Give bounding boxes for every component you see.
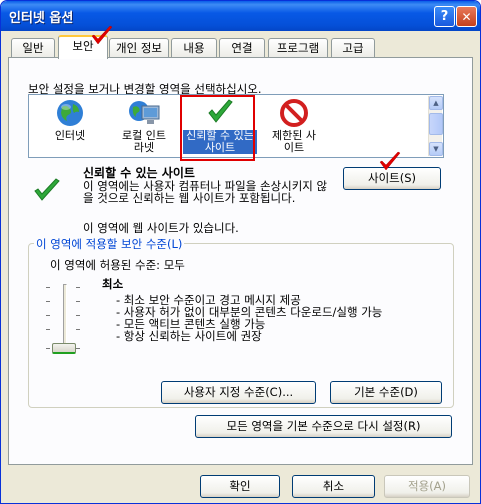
security-level-description: - 최소 보안 수준이고 경고 메시지 제공 - 사용자 허가 없이 대부분의 … (116, 294, 382, 342)
zone-description: 이 영역에는 사용자 컴퓨터나 파일을 손상시키지 않을 것으로 신뢰하는 웹 … (83, 179, 328, 205)
zone-description-extra: 이 영역에 웹 사이트가 있습니다. (83, 221, 239, 235)
scroll-thumb[interactable] (429, 113, 443, 135)
security-level-name: 최소 (102, 277, 124, 291)
level-point: - 항상 신뢰하는 사이트에 권장 (116, 329, 262, 343)
close-icon: ✕ (461, 9, 472, 24)
window-title: 인터넷 옵션 (9, 11, 74, 26)
slider-tick (46, 329, 50, 330)
zone-label: 인터넷 (54, 129, 86, 142)
globe-icon (53, 97, 87, 129)
monitor-globe-icon (127, 97, 161, 129)
zone-list-scrollbar[interactable]: ▲ ▼ (428, 96, 443, 156)
custom-level-button[interactable]: 사용자 지정 수준(C)... (161, 381, 316, 404)
help-button[interactable]: ? (434, 6, 455, 27)
zone-internet[interactable]: 인터넷 (33, 97, 107, 157)
zone-local-intranet[interactable]: 로컬 인트라넷 (107, 97, 181, 157)
scroll-up-arrow-icon[interactable]: ▲ (429, 96, 443, 110)
zone-label: 제한된 사이트 (272, 129, 316, 154)
tab-connections[interactable]: 연결 (219, 38, 265, 58)
slider-tick (46, 315, 50, 316)
slider-tick (76, 348, 80, 349)
slider-tick (76, 287, 80, 288)
tab-general[interactable]: 일반 (11, 38, 55, 58)
security-level-group-label: 이 영역에 적용할 보안 수준(L) (34, 236, 185, 252)
tab-privacy[interactable]: 개인 정보 (109, 38, 169, 58)
selection-annotation-frame (180, 95, 255, 161)
tab-advanced[interactable]: 고급 (331, 38, 375, 58)
slider-tick (46, 301, 50, 302)
slider-tick (76, 301, 80, 302)
slider-tick (46, 348, 50, 349)
allowed-levels-text: 이 영역에 허용된 수준: 모두 (50, 258, 185, 272)
annotation-check-icon (379, 151, 401, 171)
scroll-down-arrow-icon[interactable]: ▼ (429, 142, 443, 156)
internet-options-dialog: 인터넷 옵션 ? ✕ 일반 보안 개인 정보 내용 연결 프로그램 고급 보안 … (0, 0, 481, 504)
reset-all-zones-button[interactable]: 모든 영역을 기본 수준으로 다시 설정(R) (195, 415, 452, 438)
help-icon: ? (440, 9, 449, 24)
security-level-slider-thumb[interactable] (52, 343, 76, 354)
ok-button[interactable]: 확인 (200, 475, 280, 498)
zone-restricted-sites[interactable]: 제한된 사이트 (257, 97, 331, 157)
default-level-button[interactable]: 기본 수준(D) (330, 381, 442, 404)
tab-content[interactable]: 내용 (171, 38, 217, 58)
trusted-zone-check-icon (32, 176, 62, 206)
zone-label: 로컬 인트라넷 (122, 129, 166, 154)
close-button[interactable]: ✕ (456, 6, 477, 27)
apply-button[interactable]: 적용(A) (384, 475, 470, 498)
no-entry-icon (277, 97, 311, 129)
slider-tick (76, 329, 80, 330)
cancel-button[interactable]: 취소 (292, 475, 375, 498)
slider-tick (46, 287, 50, 288)
slider-tick (76, 315, 80, 316)
annotation-check-icon (91, 25, 113, 45)
tab-programs[interactable]: 프로그램 (268, 38, 328, 58)
title-bar[interactable]: 인터넷 옵션 ? ✕ (1, 1, 480, 31)
